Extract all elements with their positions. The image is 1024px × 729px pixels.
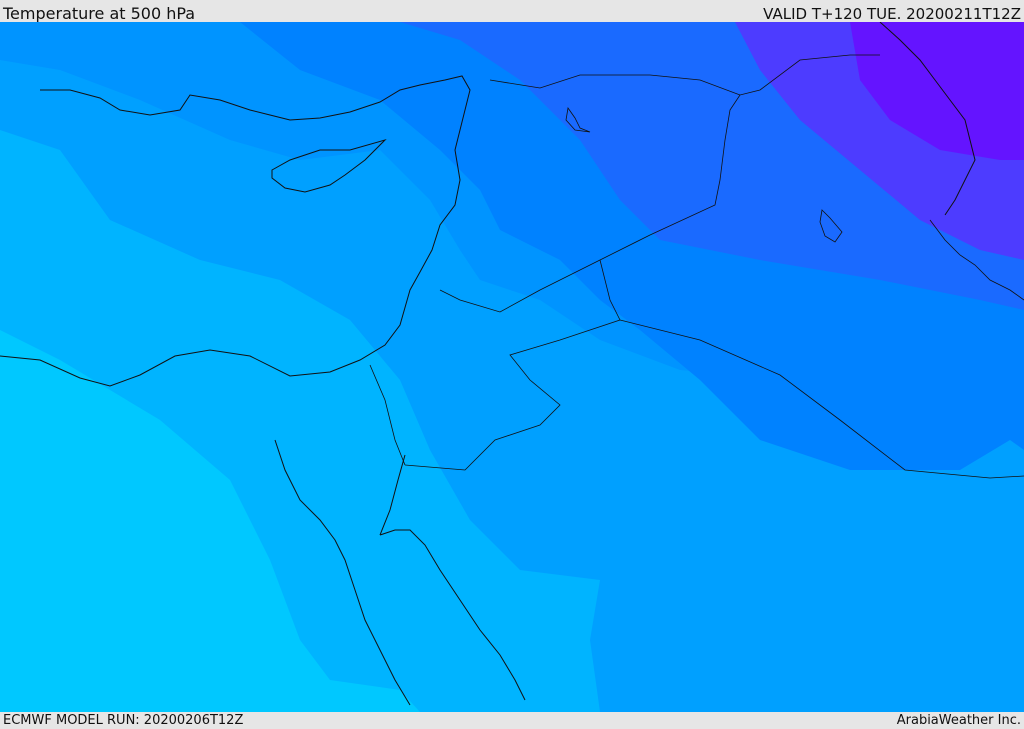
credit: ArabiaWeather Inc. (896, 713, 1021, 728)
temperature-map (0, 22, 1024, 712)
footer-bar: ECMWF MODEL RUN: 20200206T12Z ArabiaWeat… (0, 712, 1024, 729)
forecast-map-frame: Temperature at 500 hPa VALID T+120 TUE. … (0, 0, 1024, 729)
map-canvas (0, 22, 1024, 712)
header-bar: Temperature at 500 hPa VALID T+120 TUE. … (0, 0, 1024, 23)
model-run: ECMWF MODEL RUN: 20200206T12Z (3, 713, 244, 728)
